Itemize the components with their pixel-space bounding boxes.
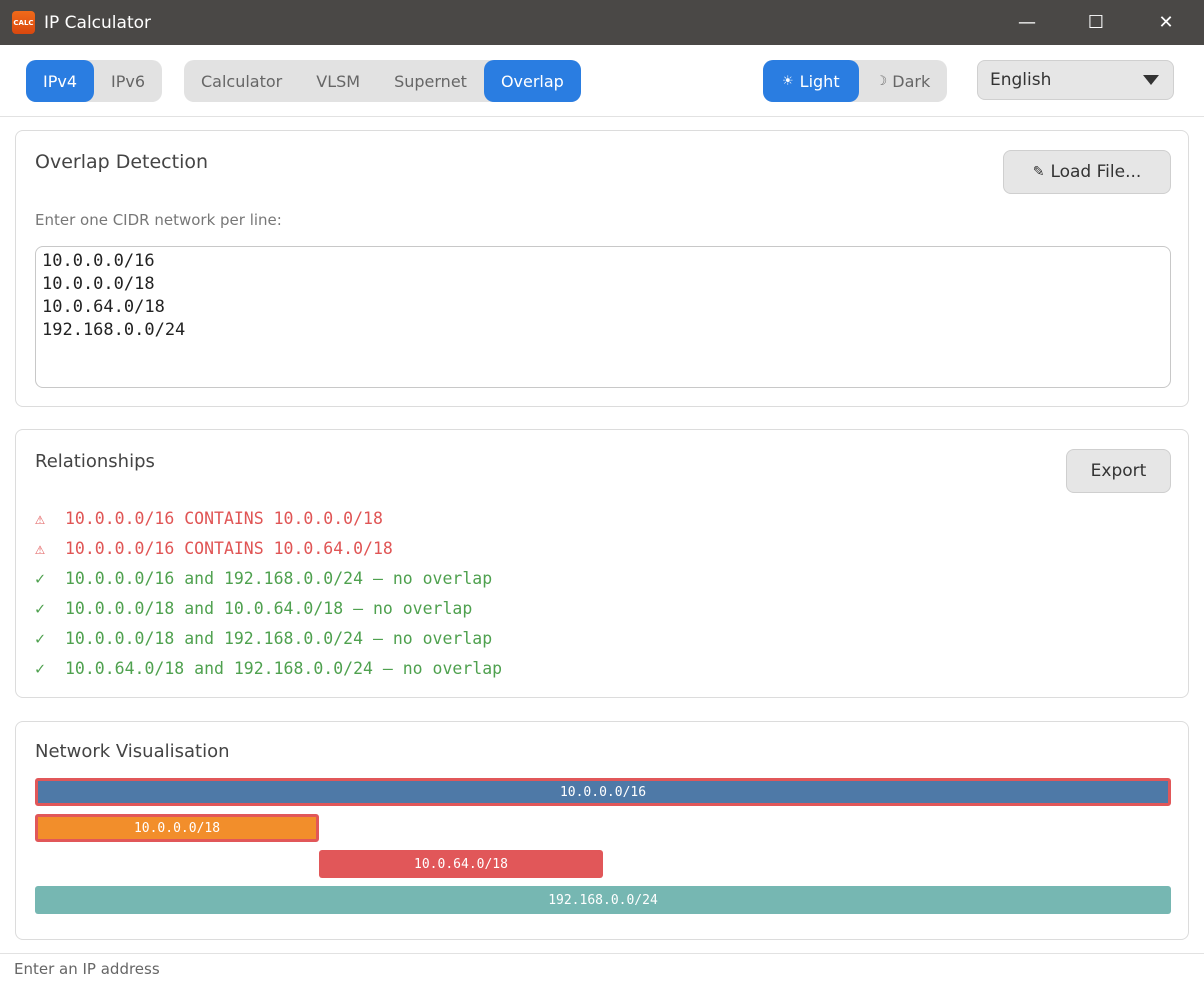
check-icon: ✓ <box>35 659 65 678</box>
language-value: English <box>990 70 1051 90</box>
panel-title: Overlap Detection <box>35 151 208 173</box>
panel-title: Network Visualisation <box>35 741 230 762</box>
maximize-button[interactable]: ☐ <box>1073 0 1119 45</box>
tab-overlap[interactable]: Overlap <box>484 60 581 102</box>
relationship-item: ✓10.0.64.0/18 and 192.168.0.0/24 — no ov… <box>35 659 502 678</box>
load-file-button[interactable]: ✎ Load File... <box>1003 150 1171 194</box>
network-bar: 10.0.0.0/18 <box>35 814 319 842</box>
light-theme-button[interactable]: ☀ Light <box>763 60 859 102</box>
load-file-label: Load File... <box>1050 162 1141 182</box>
theme-toggle: ☀ Light ☽ Dark <box>763 60 947 102</box>
check-icon: ✓ <box>35 599 65 618</box>
export-button[interactable]: Export <box>1066 449 1171 493</box>
status-bar: Enter an IP address <box>0 953 1204 987</box>
moon-icon: ☽ <box>876 74 888 89</box>
relationship-text: 10.0.0.0/16 and 192.168.0.0/24 — no over… <box>65 569 492 588</box>
relationship-text: 10.0.0.0/16 CONTAINS 10.0.0.0/18 <box>65 509 383 528</box>
close-button[interactable]: ✕ <box>1143 0 1189 45</box>
tab-supernet[interactable]: Supernet <box>377 60 484 102</box>
window-title: IP Calculator <box>44 13 151 33</box>
relationship-item: ✓10.0.0.0/18 and 192.168.0.0/24 — no ove… <box>35 629 492 648</box>
network-bar: 192.168.0.0/24 <box>35 886 1171 914</box>
warning-icon: ⚠ <box>35 509 65 528</box>
network-visualisation-panel: Network Visualisation 10.0.0.0/16 10.0.0.… <box>15 721 1189 940</box>
toolbar: IPv4 IPv6 Calculator VLSM Supernet Overl… <box>0 45 1204 117</box>
chevron-down-icon <box>1143 75 1159 85</box>
file-icon: ✎ <box>1033 164 1045 180</box>
panel-title: Relationships <box>35 451 155 472</box>
warning-icon: ⚠ <box>35 539 65 558</box>
overlap-detection-panel: Overlap Detection ✎ Load File... Enter on… <box>15 130 1189 407</box>
mode-tabs: Calculator VLSM Supernet Overlap <box>184 60 581 102</box>
cidr-input[interactable]: 10.0.0.0/16 10.0.0.0/18 10.0.64.0/18 192… <box>35 246 1171 388</box>
app-logo: CALC <box>12 11 35 34</box>
relationship-item: ✓10.0.0.0/18 and 10.0.64.0/18 — no overl… <box>35 599 472 618</box>
check-icon: ✓ <box>35 569 65 588</box>
relationship-item: ⚠10.0.0.0/16 CONTAINS 10.0.0.0/18 <box>35 509 383 528</box>
relationships-panel: Relationships Export ⚠10.0.0.0/16 CONTAI… <box>15 429 1189 698</box>
relationship-text: 10.0.64.0/18 and 192.168.0.0/24 — no ove… <box>65 659 502 678</box>
minimize-button[interactable]: — <box>1004 0 1050 45</box>
ipv4-button[interactable]: IPv4 <box>26 60 94 102</box>
input-prompt: Enter one CIDR network per line: <box>35 211 282 229</box>
tab-calculator[interactable]: Calculator <box>184 60 299 102</box>
dark-label: Dark <box>892 72 930 91</box>
tab-vlsm[interactable]: VLSM <box>299 60 377 102</box>
network-bar: 10.0.64.0/18 <box>319 850 603 878</box>
ipv6-button[interactable]: IPv6 <box>94 60 162 102</box>
sun-icon: ☀ <box>782 74 794 89</box>
network-bar: 10.0.0.0/16 <box>35 778 1171 806</box>
light-label: Light <box>800 72 840 91</box>
ip-version-toggle: IPv4 IPv6 <box>26 60 162 102</box>
title-bar: CALC IP Calculator — ☐ ✕ <box>0 0 1204 45</box>
relationship-item: ⚠10.0.0.0/16 CONTAINS 10.0.64.0/18 <box>35 539 393 558</box>
check-icon: ✓ <box>35 629 65 648</box>
language-select[interactable]: English <box>977 60 1174 100</box>
relationship-text: 10.0.0.0/16 CONTAINS 10.0.64.0/18 <box>65 539 393 558</box>
dark-theme-button[interactable]: ☽ Dark <box>859 60 948 102</box>
relationship-item: ✓10.0.0.0/16 and 192.168.0.0/24 — no ove… <box>35 569 492 588</box>
relationship-text: 10.0.0.0/18 and 10.0.64.0/18 — no overla… <box>65 599 472 618</box>
relationship-text: 10.0.0.0/18 and 192.168.0.0/24 — no over… <box>65 629 492 648</box>
